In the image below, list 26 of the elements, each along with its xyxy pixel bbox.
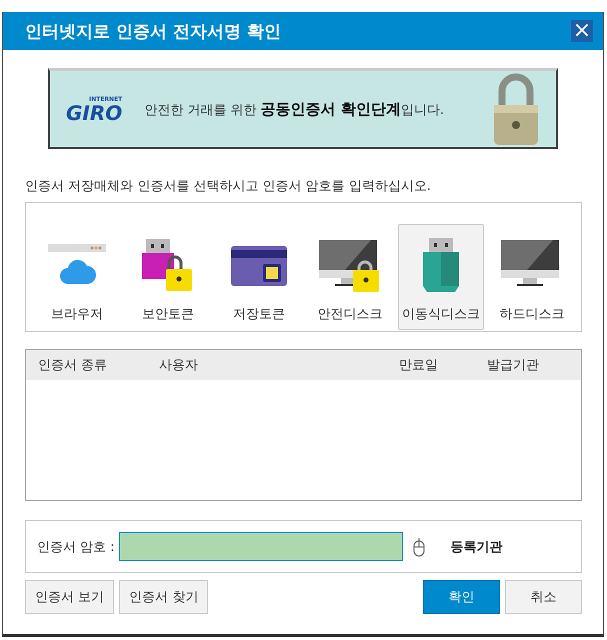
storage-option[interactable]: 보안토큰 bbox=[125, 224, 211, 330]
window-title: 인터넷지로 인증서 전자서명 확인 bbox=[25, 20, 281, 42]
close-button[interactable]: × bbox=[571, 20, 593, 42]
banner-text: 안전한 거래를 위한 공동인증서 확인단계입니다. bbox=[144, 100, 446, 118]
column-header: 발급기관 bbox=[487, 357, 540, 374]
storage-option[interactable]: 저장토큰 bbox=[216, 224, 302, 330]
column-header: 만료일 bbox=[399, 357, 439, 374]
card-icon bbox=[231, 246, 287, 286]
password-field[interactable] bbox=[118, 532, 403, 561]
storage-option[interactable]: 안전디스크 bbox=[307, 224, 393, 330]
usb-drive-icon bbox=[423, 238, 459, 294]
column-header: 인증서 종류 bbox=[37, 357, 108, 374]
storage-option[interactable]: 하드디스크 bbox=[489, 224, 575, 330]
storage-option[interactable]: 이동식디스크 bbox=[398, 224, 484, 330]
storage-option[interactable]: 브라우저 bbox=[34, 224, 120, 330]
password-label: 인증서 암호 : bbox=[37, 538, 115, 556]
dialog-button[interactable]: 확인 bbox=[423, 580, 500, 614]
dialog-button[interactable]: 인증서 보기 bbox=[25, 580, 114, 614]
dialog-button[interactable]: 인증서 찾기 bbox=[119, 580, 208, 614]
locked-usb-icon bbox=[142, 239, 194, 293]
instruction-text: 인증서 저장매체와 인증서를 선택하시고 인증서 암호를 입력하십시오. bbox=[25, 178, 432, 195]
dialog-button[interactable]: 취소 bbox=[505, 580, 582, 614]
mouse-icon[interactable] bbox=[412, 536, 425, 556]
locked-monitor-icon bbox=[319, 240, 381, 292]
registrar-link[interactable]: 등록기관 bbox=[450, 538, 503, 556]
column-header: 사용자 bbox=[159, 357, 199, 374]
